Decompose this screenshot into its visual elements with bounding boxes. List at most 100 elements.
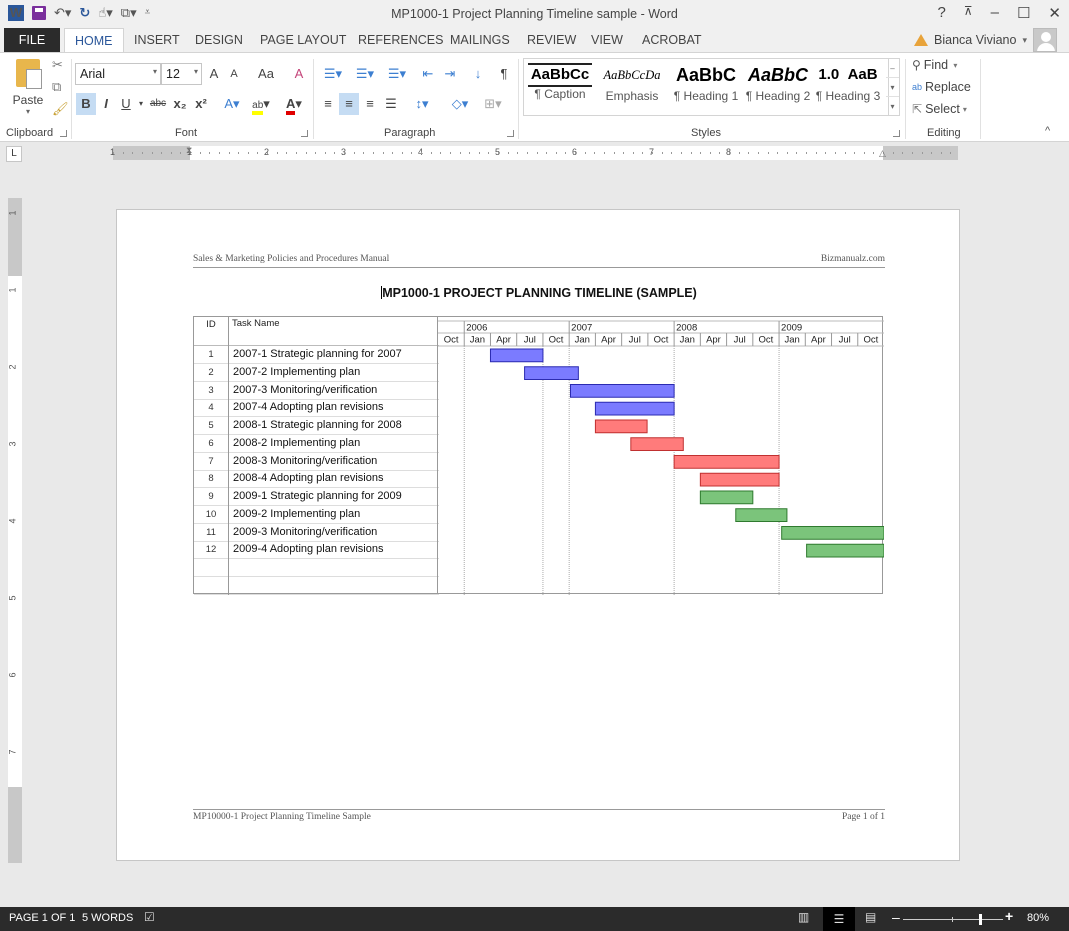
task-row[interactable]: 1 2007-1 Strategic planning for 2007 (194, 346, 439, 364)
ribbon-display-icon[interactable]: ⊼ (964, 4, 973, 22)
document-title[interactable]: MP1000-1 PROJECT PLANNING TIMELINE (SAMP… (117, 286, 961, 300)
tab-view[interactable]: VIEW (581, 28, 633, 52)
show-formatting-button[interactable]: ¶ (494, 63, 514, 85)
task-row[interactable]: 10 2009-2 Implementing plan (194, 505, 439, 524)
word-count[interactable]: 5 WORDS (82, 912, 133, 924)
subscript-button[interactable]: x₂ (171, 93, 189, 115)
tab-insert[interactable]: INSERT (124, 28, 190, 52)
align-right-button[interactable]: ≡ (360, 93, 380, 115)
task-row[interactable]: 3 2007-3 Monitoring/verification (194, 381, 439, 400)
copy-icon[interactable]: ⧉ (52, 79, 61, 95)
zoom-slider[interactable] (903, 914, 1003, 925)
style-heading-3[interactable]: 1.0 AaB ¶ Heading 3 (814, 61, 882, 113)
numbering-button[interactable]: ☰▾ (350, 63, 380, 85)
tab-home[interactable]: HOME (64, 28, 124, 52)
proofing-icon[interactable]: ☑ (144, 910, 155, 924)
decrease-indent-button[interactable]: ⇤ (418, 63, 438, 85)
font-size-select[interactable]: 12 ▾ (161, 63, 202, 85)
task-row[interactable]: 6 2008-2 Implementing plan (194, 434, 439, 453)
grow-font-button[interactable]: A (207, 63, 221, 85)
help-icon[interactable]: ? (937, 4, 945, 22)
justify-button[interactable]: ☰ (381, 93, 401, 115)
format-painter-icon[interactable]: 🖌 (52, 101, 69, 117)
tab-review[interactable]: REVIEW (517, 28, 586, 52)
chevron-down-icon[interactable]: ▾ (1022, 35, 1027, 46)
shrink-font-button[interactable]: A (227, 63, 241, 85)
style-emphasis[interactable]: AaBbCcDa Emphasis (598, 61, 666, 113)
strikethrough-button[interactable]: abc (147, 93, 169, 115)
underline-button[interactable]: U (118, 93, 134, 115)
tab-file[interactable]: FILE (4, 28, 60, 52)
tab-selector[interactable]: L (6, 146, 22, 162)
font-color-button[interactable]: A▾ (280, 93, 308, 115)
chevron-down-icon[interactable]: ▾ (153, 67, 157, 76)
paragraph-launcher-icon[interactable] (507, 130, 514, 137)
change-case-button[interactable]: Aa (251, 63, 281, 85)
task-row[interactable]: 2 2007-2 Implementing plan (194, 363, 439, 382)
text-effects-icon[interactable]: A▾ (220, 93, 244, 115)
style-caption[interactable]: AaBbCc ¶ Caption (528, 61, 592, 113)
minimize-icon[interactable]: – (991, 4, 999, 22)
clear-formatting-icon[interactable]: A (290, 63, 308, 85)
read-mode-icon[interactable]: ▥ (798, 910, 809, 924)
task-row[interactable]: 5 2008-1 Strategic planning for 2008 (194, 417, 439, 435)
font-name-select[interactable]: Arial ▾ (75, 63, 161, 85)
shading-button[interactable]: ◇▾ (445, 93, 475, 115)
task-row[interactable]: 9 2009-1 Strategic planning for 2009 (194, 488, 439, 506)
zoom-level[interactable]: 80% (1027, 912, 1049, 924)
zoom-in-button[interactable]: + (1005, 908, 1013, 924)
style-heading-1[interactable]: AaBbC ¶ Heading 1 (670, 61, 742, 113)
task-row[interactable]: 7 2008-3 Monitoring/verification (194, 452, 439, 471)
vertical-ruler[interactable]: 1 1 2 3 4 5 6 7 (8, 198, 22, 863)
zoom-out-button[interactable]: – (892, 909, 900, 925)
avatar[interactable] (1033, 28, 1057, 52)
align-left-button[interactable]: ≡ (318, 93, 338, 115)
task-row[interactable]: 8 2008-4 Adopting plan revisions (194, 470, 439, 489)
find-button[interactable]: ⚲ Find ▾ (912, 58, 957, 72)
tab-acrobat[interactable]: ACROBAT (632, 28, 712, 52)
user-account[interactable]: Bianca Viviano ▾ (914, 28, 1057, 52)
indent-marker-icon[interactable]: ⧗ (186, 145, 192, 156)
maximize-icon[interactable]: ☐ (1017, 4, 1030, 22)
styles-launcher-icon[interactable] (893, 130, 900, 137)
tab-references[interactable]: REFERENCES (348, 28, 453, 52)
chevron-down-icon[interactable]: ▾ (136, 93, 146, 115)
font-launcher-icon[interactable] (301, 130, 308, 137)
task-row[interactable]: 12 2009-4 Adopting plan revisions (194, 541, 439, 560)
sort-button[interactable]: ↓ (468, 63, 488, 85)
scroll-up-button[interactable]: – (886, 59, 899, 78)
tab-design[interactable]: DESIGN (185, 28, 253, 52)
task-row[interactable] (194, 576, 439, 595)
replace-button[interactable]: ab Replace (912, 80, 971, 94)
align-center-button[interactable]: ≡ (339, 93, 359, 115)
line-spacing-button[interactable]: ↕▾ (407, 93, 437, 115)
page-count[interactable]: PAGE 1 OF 1 (9, 912, 75, 924)
clipboard-launcher-icon[interactable] (60, 130, 67, 137)
document-page[interactable]: Sales & Marketing Policies and Procedure… (116, 209, 960, 861)
increase-indent-button[interactable]: ⇥ (440, 63, 460, 85)
highlight-color-button[interactable]: ab▾ (248, 93, 274, 115)
horizontal-ruler[interactable]: 112345678 (110, 146, 958, 160)
italic-button[interactable]: I (98, 93, 114, 115)
print-layout-icon[interactable]: ☰ (823, 907, 855, 931)
scroll-down-button[interactable]: ▾ (886, 78, 899, 97)
multilevel-list-button[interactable]: ☰▾ (382, 63, 412, 85)
more-styles-button[interactable]: ▾ (886, 97, 899, 116)
zoom-slider-thumb[interactable] (979, 914, 982, 925)
style-heading-2[interactable]: AaBbC ¶ Heading 2 (742, 61, 814, 113)
user-name[interactable]: Bianca Viviano (934, 33, 1016, 47)
borders-button[interactable]: ⊞▾ (478, 93, 508, 115)
paste-button[interactable]: Paste ▾ (8, 59, 48, 116)
web-layout-icon[interactable]: ▤ (865, 910, 876, 924)
cut-icon[interactable]: ✂ (52, 57, 63, 73)
chevron-down-icon[interactable]: ▾ (194, 67, 198, 76)
tab-page-layout[interactable]: PAGE LAYOUT (250, 28, 356, 52)
close-icon[interactable]: ✕ (1048, 4, 1061, 22)
collapse-ribbon-icon[interactable]: ^ (1045, 125, 1050, 137)
right-indent-marker-icon[interactable]: △ (879, 148, 886, 159)
task-row[interactable] (194, 559, 439, 577)
select-button[interactable]: ⇱ Select ▾ (912, 102, 967, 116)
bullets-button[interactable]: ☰▾ (318, 63, 348, 85)
bold-button[interactable]: B (76, 93, 96, 115)
tab-mailings[interactable]: MAILINGS (440, 28, 520, 52)
